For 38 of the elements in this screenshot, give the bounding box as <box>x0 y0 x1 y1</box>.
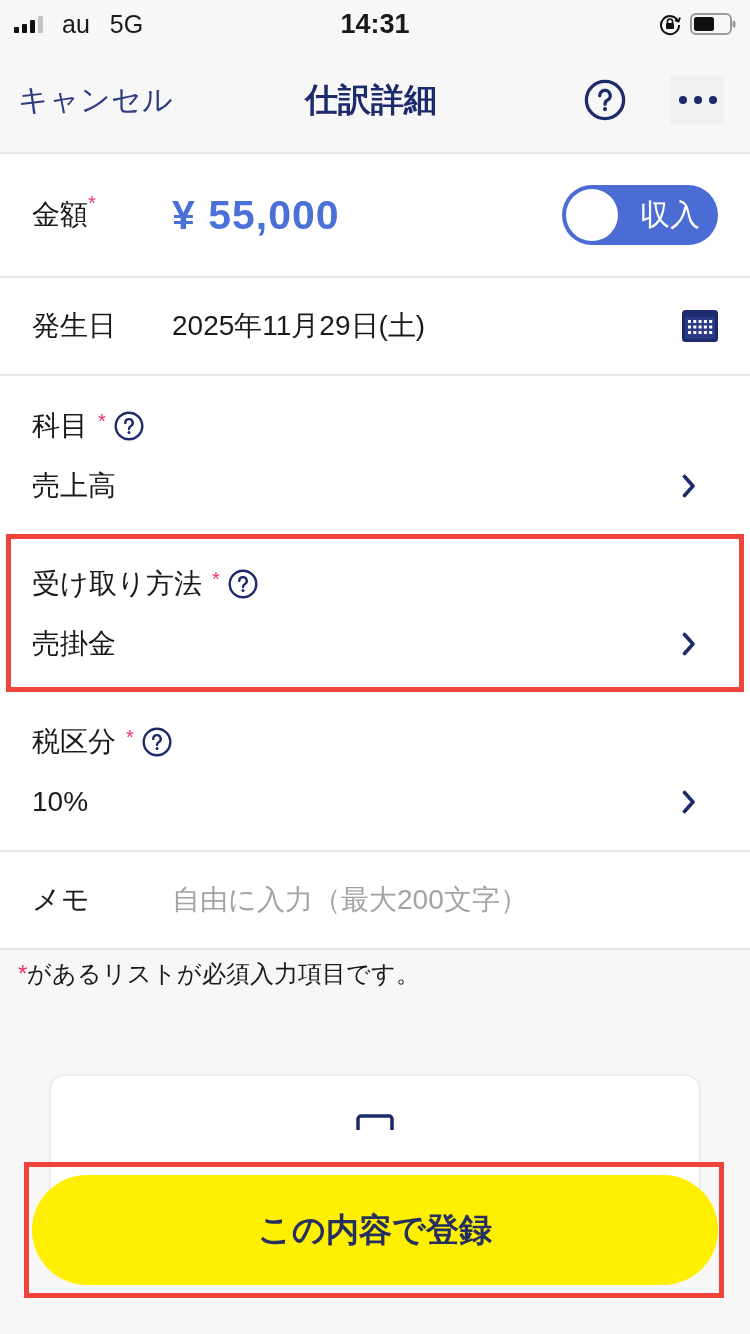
memo-input[interactable]: 自由に入力（最大200文字） <box>172 880 718 920</box>
signal-icon <box>14 15 44 33</box>
field-label: メモ <box>32 883 90 917</box>
required-note: *があるリストが必須入力項目です。 <box>17 959 422 989</box>
field-label: 税区分 <box>32 725 116 759</box>
chevron-right-icon[interactable] <box>682 474 696 498</box>
field-value[interactable]: 売上高 <box>32 467 116 505</box>
cancel-button[interactable]: キャンセル <box>18 79 173 121</box>
help-icon[interactable] <box>113 411 144 441</box>
rotation-lock-icon <box>658 12 682 36</box>
help-icon[interactable] <box>227 569 258 599</box>
more-icon[interactable] <box>670 75 724 125</box>
help-icon[interactable] <box>141 727 172 757</box>
field-value[interactable]: 売掛金 <box>32 625 116 663</box>
required-mark: * <box>126 726 134 749</box>
required-mark: * <box>212 568 220 591</box>
battery-icon <box>690 12 736 36</box>
amount-value[interactable]: ¥ 55,000 <box>172 191 340 239</box>
income-toggle[interactable]: 収入 <box>562 185 718 245</box>
date-value[interactable]: 2025年11月29日(土) <box>172 307 426 345</box>
required-mark: * <box>98 410 106 433</box>
register-button[interactable]: この内容で登録 <box>32 1175 718 1285</box>
switch-knob-icon <box>566 189 618 241</box>
field-label: 科目 <box>32 409 88 443</box>
field-value[interactable]: 10% <box>32 786 89 818</box>
network-type: 5G <box>109 9 144 39</box>
screen-title: 仕訳詳細 <box>305 79 437 120</box>
calendar-icon[interactable] <box>682 310 718 342</box>
help-icon[interactable] <box>584 79 626 121</box>
status-time: 14:31 <box>340 8 410 40</box>
chevron-right-icon[interactable] <box>682 632 696 656</box>
field-label: 受け取り方法 <box>32 567 202 601</box>
field-label: 金額 <box>32 198 88 232</box>
chevron-right-icon[interactable] <box>682 790 696 814</box>
carrier-name: au <box>62 9 90 39</box>
field-label: 発生日 <box>32 309 116 343</box>
required-mark: * <box>88 192 96 214</box>
bracket-icon <box>356 1114 394 1130</box>
